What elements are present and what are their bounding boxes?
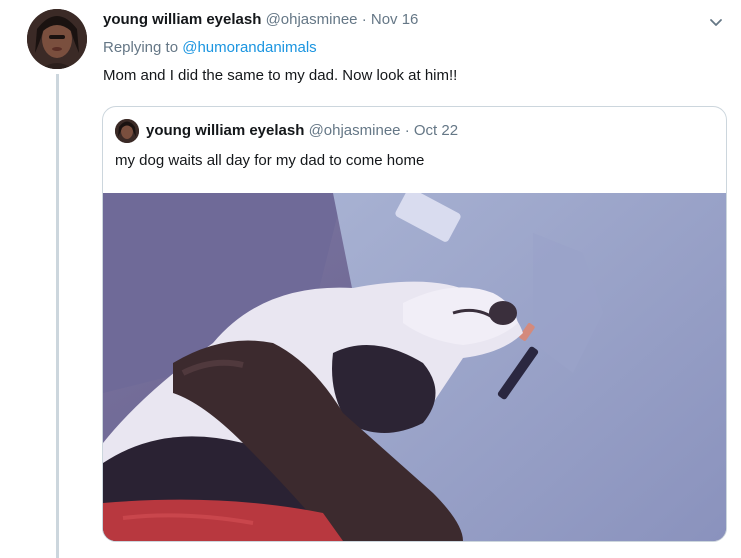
replying-to-mention[interactable]: @humorandanimals bbox=[182, 39, 316, 56]
avatar[interactable] bbox=[27, 9, 87, 69]
tweet[interactable]: young william eyelash @ohjasminee · Nov … bbox=[0, 0, 741, 558]
quoted-tweet[interactable]: young william eyelash @ohjasminee · Oct … bbox=[102, 106, 727, 542]
author-name[interactable]: young william eyelash bbox=[103, 11, 261, 28]
quoted-author-handle[interactable]: @ohjasminee bbox=[309, 122, 401, 139]
replying-to-label: Replying to bbox=[103, 39, 179, 56]
quoted-separator-dot: · bbox=[404, 122, 410, 139]
quoted-photo[interactable] bbox=[103, 193, 726, 541]
author-handle[interactable]: @ohjasminee bbox=[266, 11, 358, 28]
separator-dot: · bbox=[361, 11, 367, 28]
quoted-avatar-photo bbox=[115, 119, 139, 143]
tweet-text: Mom and I did the same to my dad. Now lo… bbox=[103, 67, 458, 84]
quoted-header: young william eyelash @ohjasminee · Oct … bbox=[146, 121, 458, 141]
quoted-author-name[interactable]: young william eyelash bbox=[146, 122, 304, 139]
dog-photo bbox=[103, 193, 726, 541]
quoted-text: my dog waits all day for my dad to come … bbox=[115, 152, 425, 169]
quoted-date[interactable]: Oct 22 bbox=[414, 122, 458, 139]
thread-line bbox=[56, 74, 59, 558]
tweet-header: young william eyelash @ohjasminee · Nov … bbox=[103, 10, 418, 30]
chevron-down-icon[interactable] bbox=[706, 12, 726, 32]
avatar-photo bbox=[27, 9, 87, 69]
tweet-date[interactable]: Nov 16 bbox=[371, 11, 419, 28]
replying-to: Replying to @humorandanimals bbox=[103, 38, 317, 58]
quoted-avatar[interactable] bbox=[115, 119, 139, 143]
